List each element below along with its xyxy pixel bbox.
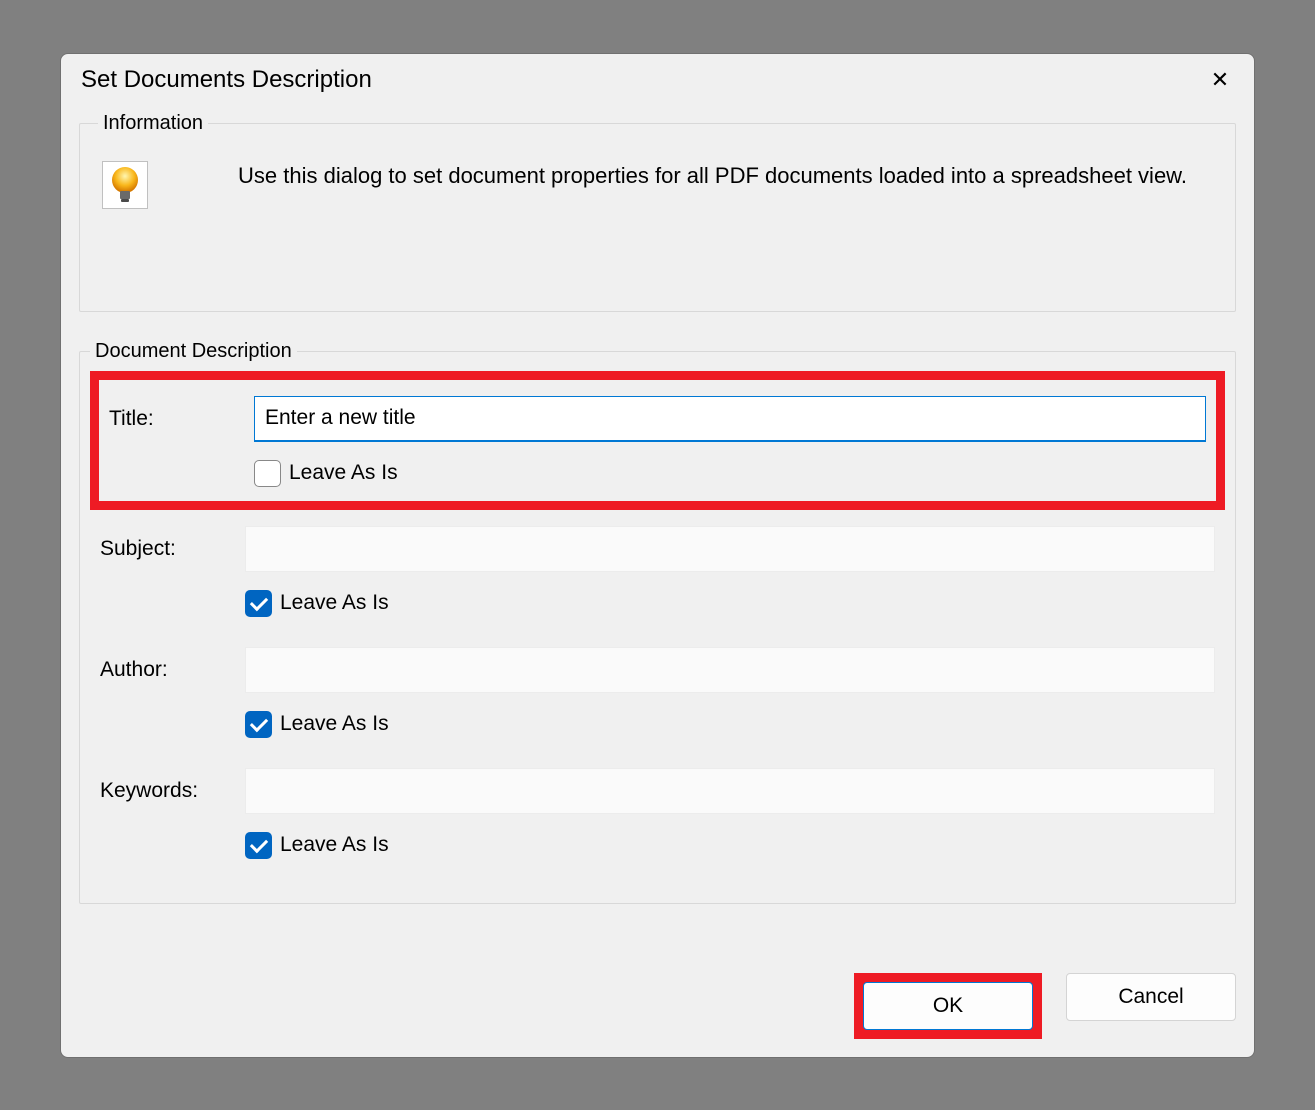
author-field-block: Author: Leave As Is (90, 631, 1225, 752)
document-description-legend: Document Description (90, 340, 297, 363)
keywords-leave-as-is-checkbox[interactable] (245, 832, 272, 859)
dialog-title: Set Documents Description (81, 66, 372, 94)
dialog-content: Information Use this dialog to set (61, 102, 1254, 1057)
keywords-leave-as-is-row: Leave As Is (245, 832, 1215, 859)
lightbulb-icon (102, 161, 148, 209)
ok-button[interactable]: OK (863, 982, 1033, 1030)
information-group: Information Use this dialog to set (79, 112, 1236, 312)
dialog-window: Set Documents Description ✕ Information (60, 53, 1255, 1058)
author-leave-as-is-checkbox[interactable] (245, 711, 272, 738)
subject-row: Subject: (100, 526, 1215, 572)
subject-leave-as-is-checkbox[interactable] (245, 590, 272, 617)
ok-highlight: OK (854, 973, 1042, 1039)
author-input (245, 647, 1215, 693)
author-label: Author: (100, 658, 245, 682)
button-bar: OK Cancel (79, 963, 1236, 1039)
author-leave-as-is-label: Leave As Is (280, 712, 389, 736)
title-label: Title: (109, 407, 254, 431)
title-leave-as-is-row: Leave As Is (254, 460, 1206, 487)
author-leave-as-is-row: Leave As Is (245, 711, 1215, 738)
subject-label: Subject: (100, 537, 245, 561)
keywords-row: Keywords: (100, 768, 1215, 814)
close-icon: ✕ (1211, 67, 1229, 93)
keywords-field-block: Keywords: Leave As Is (90, 752, 1225, 873)
keywords-label: Keywords: (100, 779, 245, 803)
title-leave-as-is-checkbox[interactable] (254, 460, 281, 487)
titlebar: Set Documents Description ✕ (61, 54, 1254, 102)
title-field-block: Title: Leave As Is (90, 371, 1225, 510)
subject-input (245, 526, 1215, 572)
author-row: Author: (100, 647, 1215, 693)
document-description-group: Document Description Title: Leave As Is … (79, 340, 1236, 904)
title-input[interactable] (254, 396, 1206, 442)
keywords-leave-as-is-label: Leave As Is (280, 833, 389, 857)
title-leave-as-is-label: Leave As Is (289, 461, 398, 485)
information-text: Use this dialog to set document properti… (238, 161, 1187, 209)
information-legend: Information (98, 112, 208, 135)
close-button[interactable]: ✕ (1206, 66, 1234, 94)
information-row: Use this dialog to set document properti… (98, 153, 1217, 217)
title-row: Title: (109, 396, 1206, 442)
keywords-input (245, 768, 1215, 814)
subject-field-block: Subject: Leave As Is (90, 510, 1225, 631)
subject-leave-as-is-row: Leave As Is (245, 590, 1215, 617)
cancel-button[interactable]: Cancel (1066, 973, 1236, 1021)
subject-leave-as-is-label: Leave As Is (280, 591, 389, 615)
